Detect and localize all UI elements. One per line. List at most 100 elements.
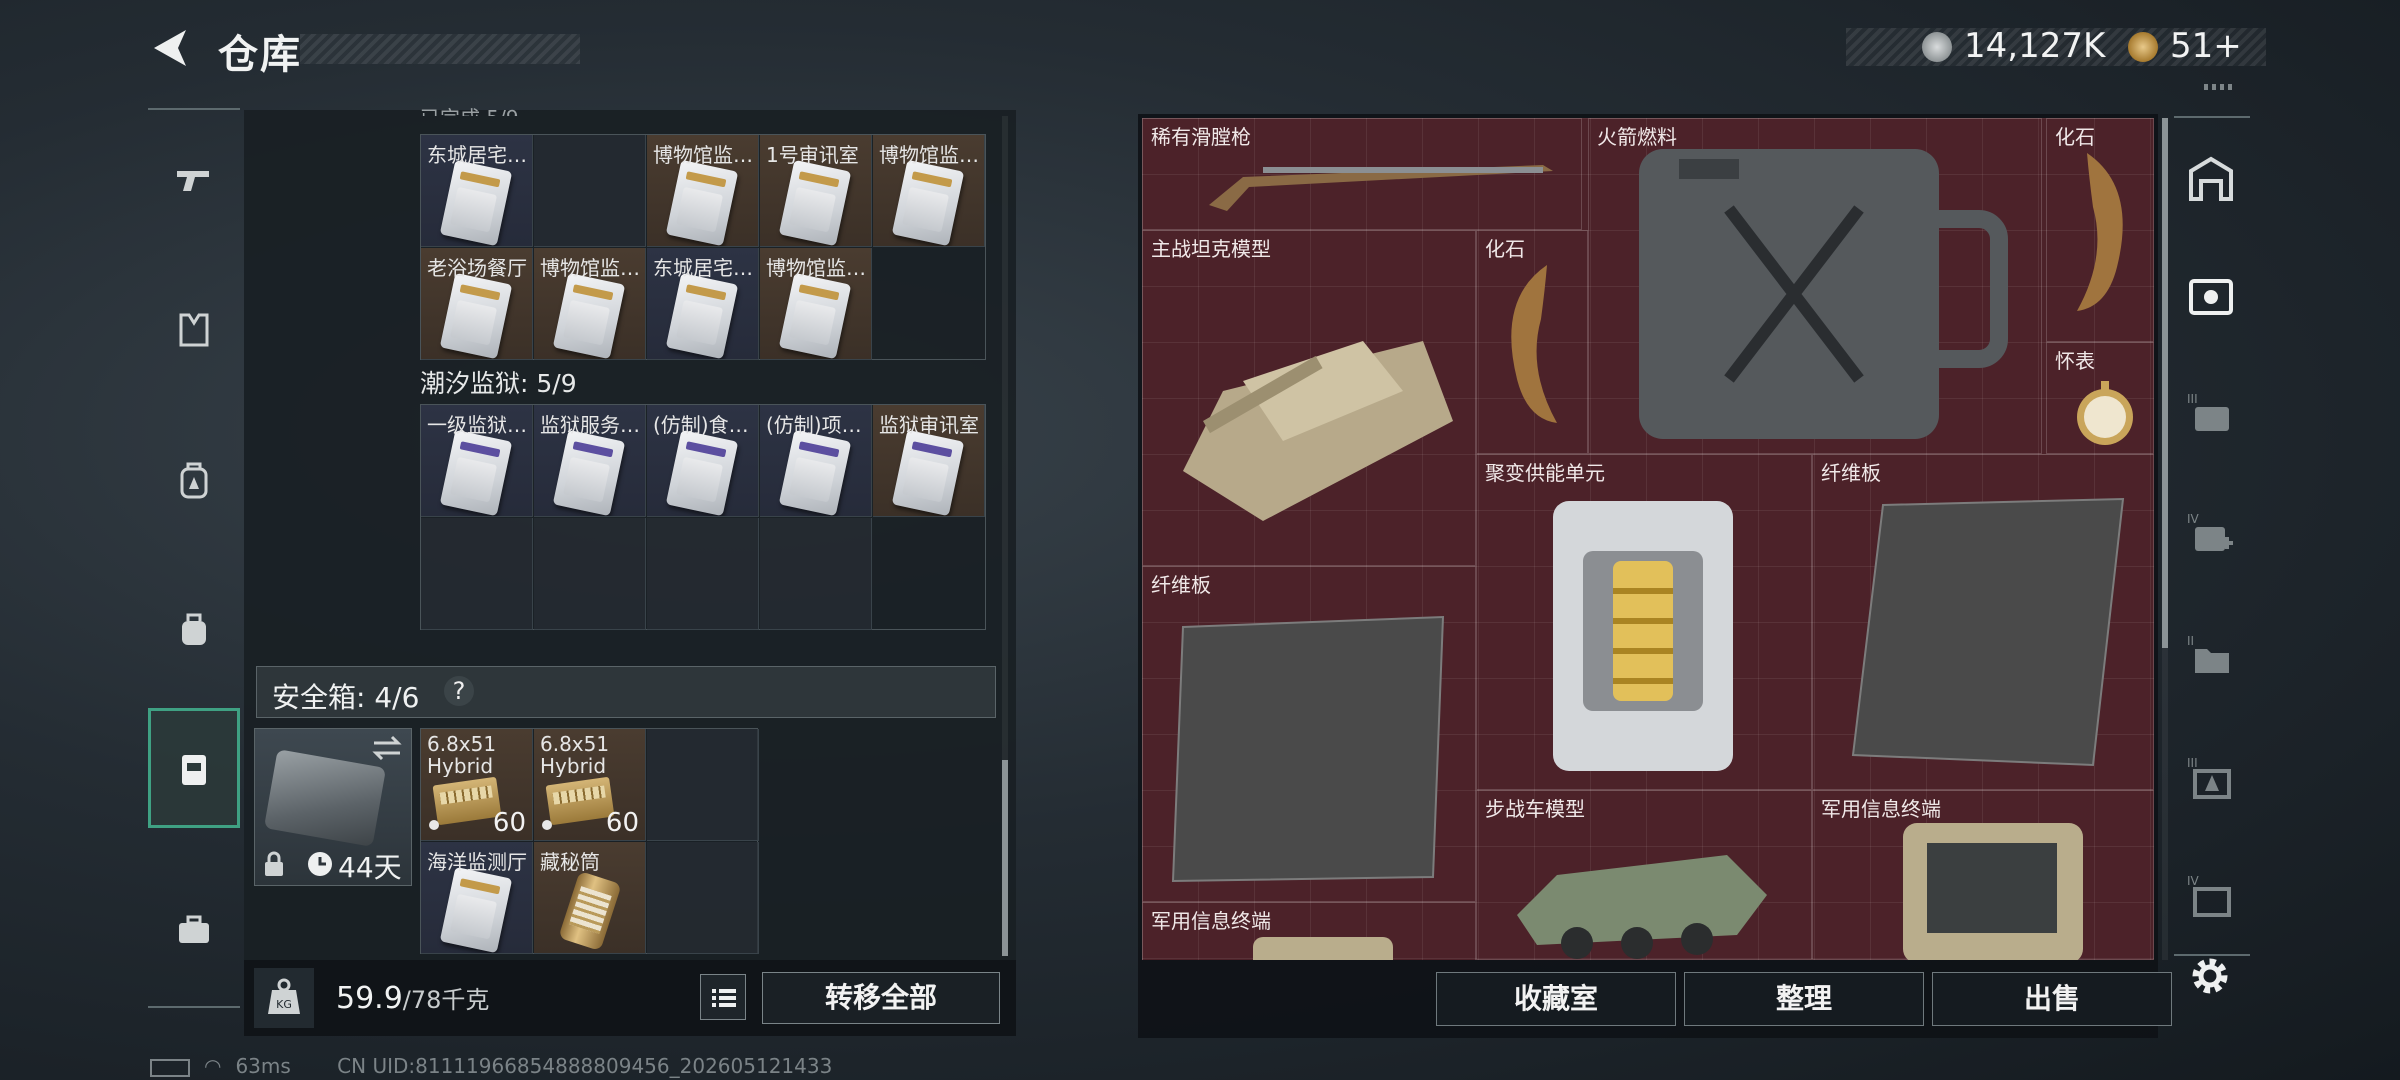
- svg-text:IV: IV: [2187, 874, 2200, 888]
- ammo-box-icon: [545, 776, 615, 826]
- backpack-icon: [180, 462, 208, 499]
- wifi-icon: ◠: [204, 1054, 222, 1078]
- gear-icon[interactable]: [2186, 952, 2234, 1000]
- sell-button[interactable]: 出售: [1932, 972, 2172, 1026]
- grid-item[interactable]: 老浴场餐厅: [421, 248, 533, 360]
- tier-iv-upload-icon: IV: [2187, 874, 2231, 917]
- ticket-balance[interactable]: 51+: [2170, 26, 2242, 66]
- grid-item[interactable]: 东城居宅…: [647, 248, 759, 360]
- stash-item-military-terminal[interactable]: 军用信息终端: [1812, 790, 2154, 960]
- item-label: 6.8x51 Hybrid: [540, 733, 610, 777]
- list-view-button[interactable]: [700, 974, 746, 1020]
- keycard-icon: [778, 272, 852, 359]
- grid-item[interactable]: 6.8x51 Hybrid 60: [534, 729, 646, 841]
- empty-slot[interactable]: [760, 518, 872, 630]
- stash-tab-collection[interactable]: [2180, 266, 2242, 328]
- grid-item[interactable]: 监狱审讯室: [873, 405, 985, 517]
- stash-item-fusion-unit[interactable]: 聚变供能单元: [1476, 454, 1812, 790]
- status-dot: [542, 820, 552, 830]
- item-label: 1号审讯室: [766, 143, 859, 167]
- svg-text:III: III: [2187, 756, 2198, 770]
- stash-item-pocket-watch[interactable]: 怀表: [2046, 342, 2154, 454]
- back-arrow-icon[interactable]: [148, 26, 192, 70]
- status-dot: [429, 820, 439, 830]
- svg-text:II: II: [2187, 634, 2194, 648]
- stash-item-fiberboard[interactable]: 纤维板: [1812, 454, 2154, 790]
- stash-item-military-terminal[interactable]: 军用信息终端: [1142, 902, 1476, 960]
- stash-tab-tier-ii[interactable]: II: [2180, 624, 2242, 686]
- grid-item[interactable]: 东城居宅…: [421, 135, 533, 247]
- stash-tab-tier-iv[interactable]: IV: [2180, 864, 2242, 926]
- stash-scroll-thumb[interactable]: [2162, 118, 2168, 648]
- item-label: 化石: [1485, 237, 1525, 261]
- grid-item[interactable]: 1号审讯室: [760, 135, 872, 247]
- empty-slot[interactable]: [647, 842, 759, 954]
- nav-armor[interactable]: [148, 270, 240, 390]
- kg-weight-icon: KG: [268, 978, 300, 1014]
- grid-item[interactable]: 6.8x51 Hybrid 60: [421, 729, 533, 841]
- item-label: 海洋监测厅: [427, 850, 527, 874]
- keycard-icon: [439, 429, 513, 516]
- grid-item[interactable]: 一级监狱…: [421, 405, 533, 517]
- stash-tab-all[interactable]: [2180, 148, 2242, 210]
- safe-box-label: 安全箱: 4/6: [272, 681, 420, 714]
- help-icon[interactable]: ?: [444, 676, 474, 706]
- svg-text:KG: KG: [276, 998, 292, 1011]
- nav-safe-box[interactable]: [148, 708, 240, 828]
- grid-item[interactable]: 博物馆监…: [647, 135, 759, 247]
- empty-slot[interactable]: [421, 518, 533, 630]
- grid-item[interactable]: 海洋监测厅: [421, 842, 533, 954]
- keycard-icon: [439, 159, 513, 246]
- grid-item[interactable]: (仿制)食…: [647, 405, 759, 517]
- stash-item-fossil[interactable]: 化石: [2046, 118, 2154, 342]
- empty-slot[interactable]: [647, 518, 759, 630]
- weight-max: /78千克: [402, 986, 490, 1014]
- inventory-scroll-thumb[interactable]: [1002, 760, 1008, 956]
- stash-item-ifv-model[interactable]: 步战车模型: [1476, 790, 1812, 960]
- collection-grid-tide: 一级监狱… 监狱服务… (仿制)食… (仿制)项… 监狱审讯室: [420, 404, 986, 630]
- safe-case-icon: [182, 755, 206, 785]
- ticket-icon: [2128, 32, 2158, 62]
- safe-box-grid: 6.8x51 Hybrid 60 6.8x51 Hybrid 60 海洋监测厅 …: [420, 728, 759, 954]
- grid-item[interactable]: 博物馆监…: [534, 248, 646, 360]
- title-stripe: [300, 34, 580, 64]
- stash-tab-tier-iii[interactable]: III: [2180, 382, 2242, 444]
- item-label: 监狱服务…: [540, 413, 640, 437]
- collection-room-button[interactable]: 收藏室: [1436, 972, 1676, 1026]
- stash-item-musket[interactable]: 稀有滑膛枪: [1142, 118, 1582, 230]
- stash-item-fossil[interactable]: 化石: [1476, 230, 1588, 454]
- claw-fossil-icon: [2077, 153, 2123, 311]
- transfer-all-button[interactable]: 转移全部: [762, 972, 1000, 1024]
- svg-text:IV: IV: [2187, 512, 2200, 526]
- stash-item-fiberboard[interactable]: 纤维板: [1142, 566, 1476, 902]
- ping-readout: 63ms: [235, 1054, 291, 1078]
- claw-fossil-icon: [1511, 265, 1557, 423]
- sort-button[interactable]: 整理: [1684, 972, 1924, 1026]
- menu-dots-icon: [2204, 84, 2234, 90]
- nav-weapons[interactable]: [148, 120, 240, 240]
- nav-backpack[interactable]: [148, 420, 240, 540]
- keycard-icon: [891, 429, 965, 516]
- stash-item-rocket-fuel[interactable]: 火箭燃料: [1588, 118, 2042, 454]
- grid-item[interactable]: 博物馆监…: [760, 248, 872, 360]
- briefcase-icon: [179, 915, 209, 943]
- case-duration: 44天: [338, 851, 402, 884]
- stash-tab-tier-iv-add[interactable]: IV: [2180, 502, 2242, 564]
- swap-icon[interactable]: [370, 734, 404, 762]
- stash-item-tank-model[interactable]: 主战坦克模型: [1142, 230, 1476, 566]
- stash-tab-tier-iii-b[interactable]: III: [2180, 746, 2242, 808]
- grid-item[interactable]: 博物馆监…: [873, 135, 985, 247]
- item-label: 老浴场餐厅: [427, 256, 527, 280]
- nav-toolbox[interactable]: [148, 870, 240, 990]
- empty-slot[interactable]: [647, 729, 759, 841]
- grid-item[interactable]: (仿制)项…: [760, 405, 872, 517]
- empty-slot[interactable]: [534, 518, 646, 630]
- tier-iii-warning-icon: III: [2187, 756, 2231, 799]
- empty-slot[interactable]: [534, 135, 646, 247]
- carbon-board-icon: [1171, 615, 1445, 883]
- grid-item[interactable]: 藏秘筒: [534, 842, 646, 954]
- grid-item[interactable]: 监狱服务…: [534, 405, 646, 517]
- page-title: 仓库: [218, 32, 302, 78]
- nav-chest-rig[interactable]: [148, 570, 240, 690]
- item-count: 60: [605, 808, 639, 838]
